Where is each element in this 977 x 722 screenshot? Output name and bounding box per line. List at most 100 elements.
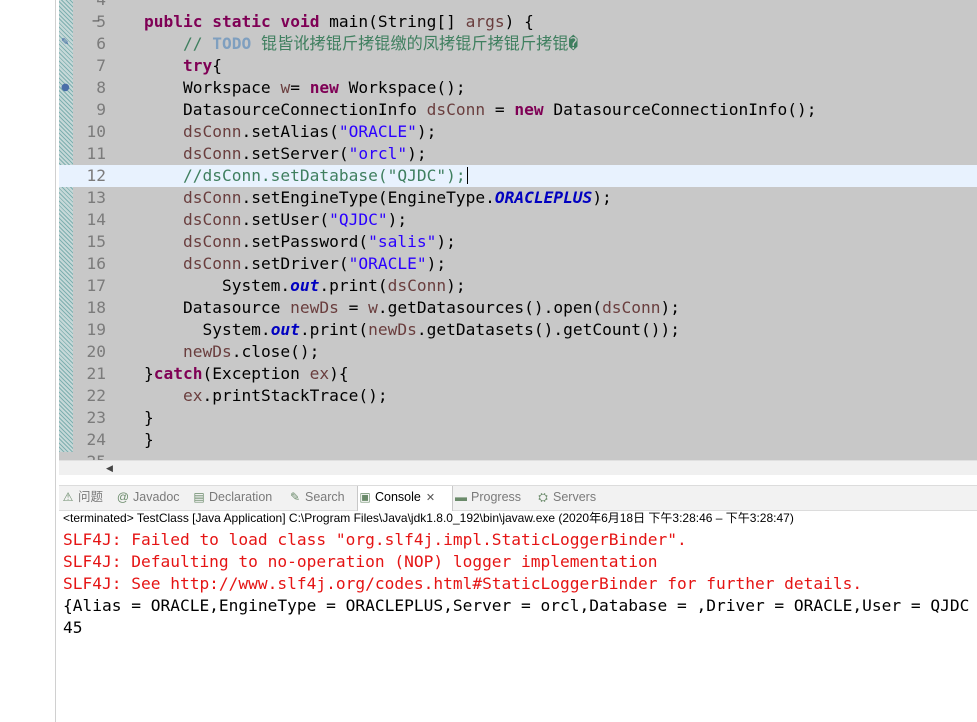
code-line[interactable]: 19 System.out.print(newDs.getDatasets().…: [59, 319, 977, 341]
code-token: "orcl": [348, 144, 408, 163]
code-line[interactable]: 9 DatasourceConnectionInfo dsConn = new …: [59, 99, 977, 121]
code-line[interactable]: 25: [59, 451, 977, 460]
code-token: ex: [309, 364, 330, 383]
line-code: newDs.close();: [105, 341, 319, 363]
code-line[interactable]: 14 dsConn.setUser("QJDC");: [59, 209, 977, 231]
code-token: DatasourceConnectionInfo();: [543, 100, 817, 119]
code-token: .setEngineType(EngineType.: [241, 188, 495, 207]
code-token: //dsConn.setDatabase("QJDC");: [182, 166, 466, 185]
console-status: <terminated> TestClass [Java Application…: [63, 511, 794, 525]
line-number: 19: [86, 320, 107, 339]
code-token: newDs: [290, 298, 339, 317]
line-code: dsConn.setAlias("ORACLE");: [105, 121, 436, 143]
line-number: 7: [96, 56, 106, 75]
code-line[interactable]: 8 Workspace w= new Workspace();: [59, 77, 977, 99]
code-token: .setUser(: [241, 210, 330, 229]
fold-collapse-icon[interactable]: −: [92, 11, 100, 33]
tab-label: 问题: [78, 490, 104, 504]
code-line[interactable]: 16 dsConn.setDriver("ORACLE");: [59, 253, 977, 275]
editor-horizontal-scrollbar[interactable]: ◀: [59, 460, 977, 475]
code-token: w: [368, 298, 378, 317]
code-token: .print(: [299, 320, 369, 339]
code-token: );: [426, 254, 447, 273]
code-line[interactable]: 21 }catch(Exception ex){: [59, 363, 977, 385]
tab-问题[interactable]: ⚠ 问题: [61, 486, 114, 510]
code-token: 锟皆讹拷锟斤拷锟缴的凤拷锟斤拷锟斤拷锟�: [251, 34, 579, 53]
tab-javadoc[interactable]: @ Javadoc: [116, 486, 190, 510]
code-line[interactable]: 20 newDs.close();: [59, 341, 977, 363]
code-token: );: [436, 232, 456, 251]
tab-label: Servers: [553, 490, 597, 504]
line-code: dsConn.setDriver("ORACLE");: [105, 253, 446, 275]
code-token: newDs: [368, 320, 417, 339]
scroll-left-arrow-icon[interactable]: ◀: [106, 461, 113, 475]
declaration-icon: ▤: [193, 490, 205, 504]
code-line[interactable]: 6 // TODO 锟皆讹拷锟斤拷锟缴的凤拷锟斤拷锟斤拷锟�: [59, 33, 977, 55]
line-number: 11: [86, 144, 107, 163]
code-token: "ORACLE": [338, 122, 417, 141]
code-line[interactable]: 15 dsConn.setPassword("salis");: [59, 231, 977, 253]
code-line[interactable]: 5− public static void main(String[] args…: [59, 11, 977, 33]
tab-search[interactable]: ✎ Search: [288, 486, 355, 510]
tab-label: Console: [375, 490, 421, 504]
code-line[interactable]: 23 }: [59, 407, 977, 429]
tab-servers[interactable]: ⛭ Servers: [536, 486, 606, 510]
code-token: dsConn: [182, 188, 242, 207]
tab-progress[interactable]: ▬ Progress: [454, 486, 534, 510]
code-token: System.: [105, 276, 291, 295]
code-token: .setAlias(: [241, 122, 339, 141]
code-lines: 45− public static void main(String[] arg…: [59, 0, 977, 460]
code-line[interactable]: 22 ex.printStackTrace();: [59, 385, 977, 407]
code-token: public: [143, 12, 203, 31]
code-line[interactable]: 17 System.out.print(dsConn);: [59, 275, 977, 297]
code-token: (Exception: [202, 364, 310, 383]
code-line[interactable]: 10 dsConn.setAlias("ORACLE");: [59, 121, 977, 143]
tab-declaration[interactable]: ▤ Declaration: [192, 486, 286, 510]
code-line[interactable]: 24 }: [59, 429, 977, 451]
code-line[interactable]: 12 //dsConn.setDatabase("QJDC");: [59, 165, 977, 187]
line-number: 8: [96, 78, 106, 97]
console-output[interactable]: SLF4J: Failed to load class "org.slf4j.i…: [63, 529, 977, 639]
code-token: Workspace();: [338, 78, 466, 97]
code-token: .setDriver(: [241, 254, 349, 273]
line-number: 17: [86, 276, 107, 295]
code-token: .close();: [231, 342, 320, 361]
text-cursor: [466, 167, 468, 184]
search-icon: ✎: [289, 490, 301, 504]
code-line[interactable]: 4: [59, 0, 977, 11]
line-code: //dsConn.setDatabase("QJDC");: [105, 165, 468, 187]
line-number: 22: [86, 386, 107, 405]
code-line[interactable]: 7 try{: [59, 55, 977, 77]
line-number: 20: [86, 342, 107, 361]
code-token: main(String[]: [319, 12, 466, 31]
line-number: 6: [96, 34, 106, 53]
line-code: Datasource newDs = w.getDatasources().op…: [105, 297, 680, 319]
code-token: ){: [329, 364, 349, 383]
code-token: TODO: [212, 34, 252, 53]
line-code: dsConn.setUser("QJDC");: [105, 209, 407, 231]
line-code: System.out.print(dsConn);: [105, 275, 466, 297]
tab-console[interactable]: ▣ Console ✕: [357, 486, 453, 511]
code-editor[interactable]: ✎ ● 45− public static void main(String[]…: [59, 0, 977, 460]
close-icon[interactable]: ✕: [426, 492, 435, 504]
code-line[interactable]: 18 Datasource newDs = w.getDatasources()…: [59, 297, 977, 319]
tab-label: Search: [305, 490, 345, 504]
console-line: SLF4J: See http://www.slf4j.org/codes.ht…: [63, 574, 863, 593]
code-token: ex: [182, 386, 203, 405]
code-token: }: [105, 408, 154, 427]
line-code: Workspace w= new Workspace();: [105, 77, 466, 99]
code-token: "QJDC": [329, 210, 388, 229]
code-token: void: [280, 12, 320, 31]
code-line[interactable]: 11 dsConn.setServer("orcl");: [59, 143, 977, 165]
code-token: dsConn: [182, 232, 242, 251]
code-line[interactable]: 13 dsConn.setEngineType(EngineType.ORACL…: [59, 187, 977, 209]
